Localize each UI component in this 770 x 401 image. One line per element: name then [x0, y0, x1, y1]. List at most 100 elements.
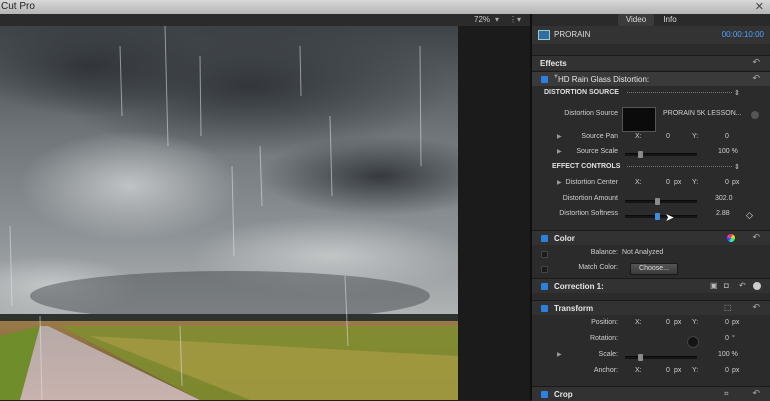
effect-controls-header: EFFECT CONTROLS	[552, 163, 621, 170]
color-title: Color	[554, 234, 575, 243]
clear-source-icon[interactable]	[751, 111, 759, 119]
undo-icon[interactable]: ↶	[752, 232, 760, 243]
source-pan-y-label: Y:	[692, 133, 699, 140]
distortion-amount-value[interactable]: 302.0	[715, 195, 733, 202]
correction-enable-checkbox[interactable]	[541, 283, 548, 290]
popup-dots	[627, 92, 732, 94]
correction-section-header: Correction 1: ▣ ◘ ↶	[532, 278, 770, 293]
slider-knob[interactable]	[638, 151, 644, 158]
distortion-source-header-row: DISTORTION SOURCE ⇕	[532, 87, 770, 101]
source-scale-slider[interactable]	[625, 151, 697, 158]
position-y-unit: px	[732, 319, 740, 326]
viewer-canvas[interactable]	[0, 26, 458, 400]
distortion-center-x-unit: px	[674, 179, 682, 186]
scale-label: Scale:	[598, 351, 618, 358]
clip-timecode: 00:00:10:00	[721, 30, 764, 39]
undo-icon[interactable]: ↶	[739, 281, 746, 290]
correction-title: Correction 1:	[554, 282, 604, 291]
viewer-toolbar: 72% ▾ ⋮ ▾	[0, 14, 530, 26]
inspector-tabs: Video Info	[532, 14, 770, 26]
anchor-x-unit: px	[674, 367, 682, 374]
slider-knob[interactable]	[655, 198, 661, 205]
undo-icon[interactable]: ↶	[752, 57, 760, 68]
source-pan-x-label: X:	[635, 133, 642, 140]
anchor-y[interactable]: 0	[725, 367, 729, 374]
film-icon	[538, 30, 550, 40]
effect-header: HD Rain Glass Distortion: ↶	[532, 71, 770, 86]
balance-row: Balance: Not Analyzed	[532, 247, 770, 261]
crop-icon[interactable]: ⌗	[724, 389, 729, 399]
tab-info[interactable]: Info	[656, 14, 684, 26]
effects-title: Effects	[540, 59, 567, 68]
scale-row: ▶ Scale: 100 %	[532, 349, 770, 363]
color-enable-checkbox[interactable]	[541, 235, 548, 242]
source-pan-y[interactable]: 0	[725, 133, 729, 140]
chevron-down-icon[interactable]: ▾	[495, 15, 499, 24]
chevron-down-icon[interactable]: ▾	[517, 15, 521, 24]
mouse-cursor-icon: ➤	[665, 212, 675, 224]
clip-header: PRORAIN 00:00:10:00	[532, 26, 770, 44]
choose-button[interactable]: Choose...	[630, 263, 678, 275]
slider-knob[interactable]	[655, 213, 661, 220]
rotation-dial[interactable]	[687, 336, 699, 348]
slider-knob[interactable]	[638, 354, 644, 361]
shape-mask-icon[interactable]: ◘	[724, 281, 729, 290]
source-well[interactable]	[622, 107, 656, 132]
transform-icon[interactable]: ⬚	[724, 303, 732, 312]
source-pan-x[interactable]: 0	[666, 133, 670, 140]
position-row: Position: X: 0 px Y: 0 px	[532, 317, 770, 331]
tab-video[interactable]: Video	[618, 14, 654, 26]
rotation-label: Rotation:	[589, 335, 618, 342]
rotation-row: Rotation: 0 °	[532, 333, 770, 348]
effect-name: HD Rain Glass Distortion:	[558, 75, 650, 84]
position-x[interactable]: 0	[666, 319, 670, 326]
distortion-source-header: DISTORTION SOURCE	[544, 89, 619, 96]
transform-title: Transform	[554, 304, 594, 313]
distortion-amount-slider[interactable]	[625, 198, 697, 205]
chevron-updown-icon[interactable]: ⇕	[734, 163, 740, 171]
distortion-softness-value[interactable]: 2.88	[716, 210, 730, 217]
crop-enable-checkbox[interactable]	[541, 391, 548, 398]
zoom-level[interactable]: 72%	[474, 15, 490, 24]
distortion-softness-slider[interactable]	[625, 213, 697, 220]
keyframe-icon[interactable]: ◇	[746, 210, 753, 221]
source-scale-label: Source Scale	[576, 148, 618, 155]
scale-value[interactable]: 100 %	[718, 351, 738, 358]
distortion-center-x-label: X:	[635, 179, 642, 186]
distortion-amount-label: Distortion Amount	[562, 195, 618, 202]
scale-slider[interactable]	[625, 354, 697, 361]
distortion-softness-row: Distortion Softness 2.88 ◇	[532, 208, 770, 222]
anchor-row: Anchor: X: 0 px Y: 0 px	[532, 365, 770, 379]
position-y[interactable]: 0	[725, 319, 729, 326]
window-title: Cut Pro	[1, 1, 35, 12]
rotation-value[interactable]: 0	[725, 335, 729, 342]
view-options-icon[interactable]: ⋮	[509, 15, 517, 24]
chevron-down-icon[interactable]: ▼	[553, 74, 559, 80]
inspector-panel: PRORAIN 00:00:10:00 Effects ↶ HD Rain Gl…	[532, 26, 770, 401]
crop-title: Crop	[554, 390, 573, 399]
chevron-updown-icon[interactable]: ⇕	[734, 89, 740, 97]
anchor-x[interactable]: 0	[666, 367, 670, 374]
distortion-source-value: PRORAIN 5K LESSON...	[663, 110, 742, 117]
source-scale-value[interactable]: 100 %	[718, 148, 738, 155]
undo-icon[interactable]: ↶	[752, 73, 760, 84]
distortion-center-x[interactable]: 0	[666, 179, 670, 186]
distortion-center-y[interactable]: 0	[725, 179, 729, 186]
position-x-label: X:	[635, 319, 642, 326]
close-icon[interactable]: ✕	[755, 0, 764, 13]
balance-label: Balance:	[590, 249, 618, 256]
color-section-header: Color ↶	[532, 230, 770, 245]
transform-enable-checkbox[interactable]	[541, 305, 548, 312]
anchor-x-label: X:	[635, 367, 642, 374]
effect-enable-checkbox[interactable]	[541, 76, 548, 83]
undo-icon[interactable]: ↶	[752, 302, 760, 313]
color-wheel-icon[interactable]	[727, 234, 735, 242]
chevron-right-icon[interactable]	[753, 282, 761, 290]
position-y-label: Y:	[692, 319, 699, 326]
match-color-row: Match Color: Choose...	[532, 262, 770, 276]
effects-section-header: Effects ↶	[532, 55, 770, 70]
transform-section-header: Transform ⬚ ↶	[532, 300, 770, 315]
mask-icon[interactable]: ▣	[710, 281, 718, 290]
undo-icon[interactable]: ↶	[752, 388, 760, 399]
source-pan-row: ▶ Source Pan X: 0 Y: 0	[532, 131, 770, 145]
